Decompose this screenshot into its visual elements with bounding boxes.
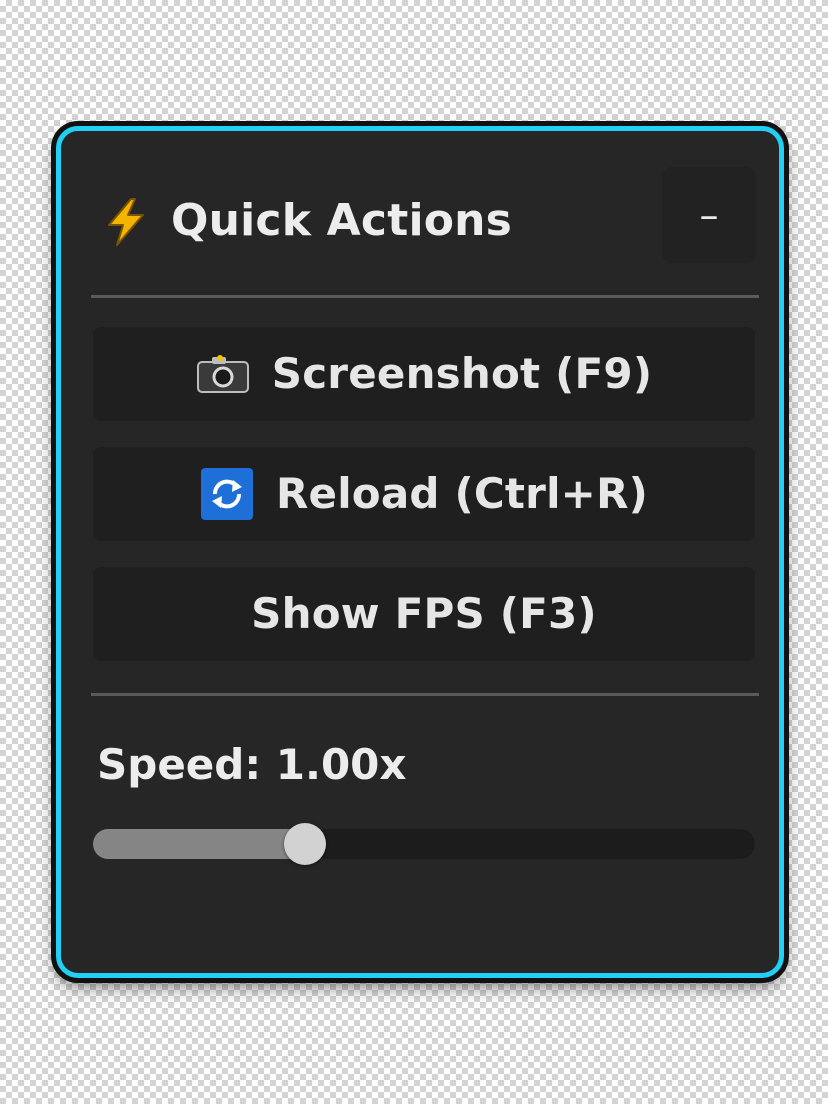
- screenshot-label: Screenshot (F9): [271, 349, 653, 398]
- minimize-button[interactable]: –: [662, 167, 756, 263]
- show-fps-button[interactable]: Show FPS (F3): [93, 567, 755, 661]
- header-divider: [91, 295, 759, 298]
- slider-fill: [93, 829, 305, 859]
- speed-slider[interactable]: [93, 823, 755, 865]
- panel-header: Quick Actions –: [95, 167, 757, 267]
- camera-icon: [196, 355, 249, 393]
- screenshot-button[interactable]: Screenshot (F9): [93, 327, 755, 421]
- reload-icon: [200, 468, 253, 520]
- lightning-bolt-icon: [108, 198, 144, 246]
- quick-actions-panel: Quick Actions – Screenshot (F9) Reload (…: [56, 126, 784, 978]
- reload-button[interactable]: Reload (Ctrl+R): [93, 447, 755, 541]
- slider-thumb[interactable]: [283, 823, 326, 865]
- reload-label: Reload (Ctrl+R): [275, 469, 649, 518]
- actions-divider: [91, 693, 759, 696]
- show-fps-label: Show FPS (F3): [251, 589, 597, 638]
- panel-title: Quick Actions: [171, 195, 513, 246]
- speed-label: Speed: 1.00x: [97, 740, 407, 789]
